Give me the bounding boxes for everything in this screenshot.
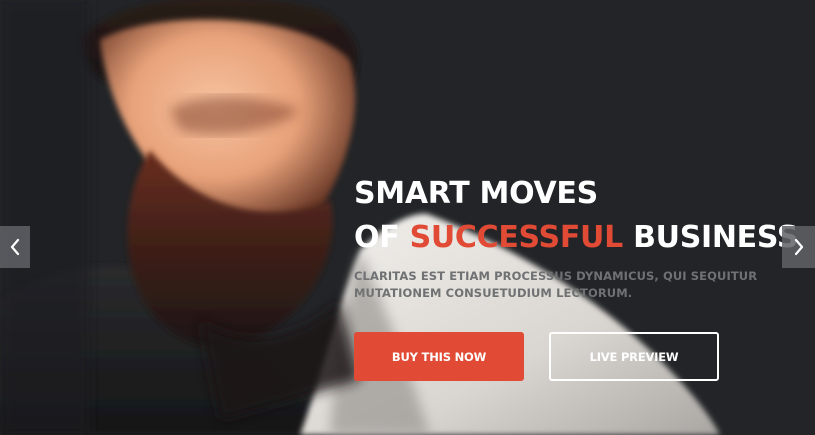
hero-caption: SMART MOVES OF SUCCESSFUL BUSINESS CLARI… xyxy=(354,172,798,302)
slider-next-button[interactable] xyxy=(782,226,815,268)
headline-line-2-prefix: OF xyxy=(354,220,400,255)
headline-line-1: SMART MOVES xyxy=(354,176,598,211)
headline-accent-word: SUCCESSFUL xyxy=(409,220,624,255)
slider-prev-button[interactable] xyxy=(0,226,30,268)
live-preview-button[interactable]: LIVE PREVIEW xyxy=(549,332,719,381)
chevron-left-icon xyxy=(10,238,20,256)
chevron-right-icon xyxy=(794,238,803,256)
hero-subtext: CLARITAS EST ETIAM PROCESSUS DYNAMICUS, … xyxy=(354,269,758,300)
headline-line-2-suffix: BUSINESS xyxy=(633,220,799,255)
buy-this-now-button[interactable]: BUY THIS NOW xyxy=(354,332,524,381)
hero-slider: SMART MOVES OF SUCCESSFUL BUSINESS CLARI… xyxy=(0,0,815,435)
hero-headline: SMART MOVES OF SUCCESSFUL BUSINESS xyxy=(354,172,798,260)
